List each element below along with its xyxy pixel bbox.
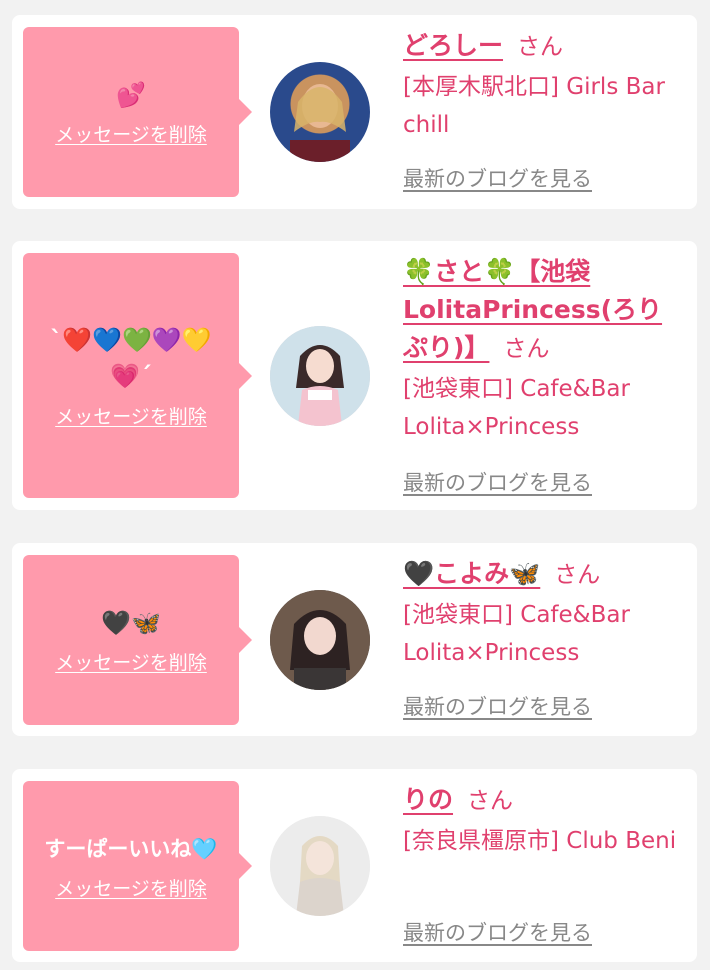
delete-message-link[interactable]: メッセージを削除 <box>55 648 207 675</box>
honorific: さん <box>503 336 550 362</box>
latest-blog-link[interactable]: 最新のブログを見る <box>403 467 592 497</box>
avatar-image <box>270 816 370 916</box>
cast-info: 🖤こよみ🦋 さん [池袋東口] Cafe&Bar Lolita×Princess <box>403 555 678 672</box>
cast-info: りの さん [奈良県橿原市] Club Beni <box>403 781 678 860</box>
avatar[interactable] <box>270 62 370 162</box>
cast-name-link[interactable]: 🖤こよみ🦋 <box>403 559 540 588</box>
avatar-image <box>290 84 350 162</box>
honorific: さん <box>467 788 514 814</box>
message-text: すーぱーいいね🩵 <box>44 836 218 861</box>
message-text: 🖤🦋 <box>101 608 161 637</box>
cast-info: どろしー さん [本厚木駅北口] Girls Bar chill <box>403 27 678 144</box>
shop-name: [池袋東口] Cafe&Bar Lolita×Princess <box>403 602 630 666</box>
cast-name-link[interactable]: りの <box>403 785 453 814</box>
shop-name: [池袋東口] Cafe&Bar Lolita×Princess <box>403 376 630 440</box>
avatar[interactable] <box>270 816 370 916</box>
message-card: すーぱーいいね🩵 メッセージを削除 りの さん [奈良県橿原市] Club Ben… <box>12 769 697 962</box>
message-bubble: すーぱーいいね🩵 メッセージを削除 <box>23 781 252 951</box>
latest-blog-link[interactable]: 最新のブログを見る <box>403 691 592 721</box>
message-text: `❤️💙💚💜💛💗´ <box>50 326 212 390</box>
delete-message-link[interactable]: メッセージを削除 <box>55 120 207 147</box>
shop-name: [奈良県橿原市] Club Beni <box>403 828 677 854</box>
avatar[interactable] <box>270 590 370 690</box>
message-bubble: 💕 メッセージを削除 <box>23 27 252 197</box>
avatar[interactable] <box>270 326 370 426</box>
message-text: 💕 <box>116 80 146 109</box>
cast-info: 🍀さと🍀【池袋LolitaPrincess(ろりぷり)】 さん [池袋東口] Ca… <box>403 253 678 446</box>
shop-name: [本厚木駅北口] Girls Bar chill <box>403 74 665 138</box>
message-card: `❤️💙💚💜💛💗´ メッセージを削除 🍀さと🍀【池袋LolitaPrincess… <box>12 241 697 510</box>
honorific: さん <box>517 34 564 60</box>
latest-blog-link[interactable]: 最新のブログを見る <box>403 163 592 193</box>
message-card: 💕 メッセージを削除 どろしー さん [本厚木駅北口] Girls Bar chi… <box>12 15 697 209</box>
latest-blog-link[interactable]: 最新のブログを見る <box>403 917 592 947</box>
honorific: さん <box>554 562 601 588</box>
avatar-image <box>270 590 370 690</box>
avatar-image <box>270 326 370 426</box>
delete-message-link[interactable]: メッセージを削除 <box>55 402 207 429</box>
message-bubble: 🖤🦋 メッセージを削除 <box>23 555 252 725</box>
cast-name-link[interactable]: どろしー <box>403 31 503 60</box>
message-card: 🖤🦋 メッセージを削除 🖤こよみ🦋 さん [池袋東口] Cafe&Bar Loli… <box>12 543 697 736</box>
message-bubble: `❤️💙💚💜💛💗´ メッセージを削除 <box>23 253 252 498</box>
delete-message-link[interactable]: メッセージを削除 <box>55 874 207 901</box>
